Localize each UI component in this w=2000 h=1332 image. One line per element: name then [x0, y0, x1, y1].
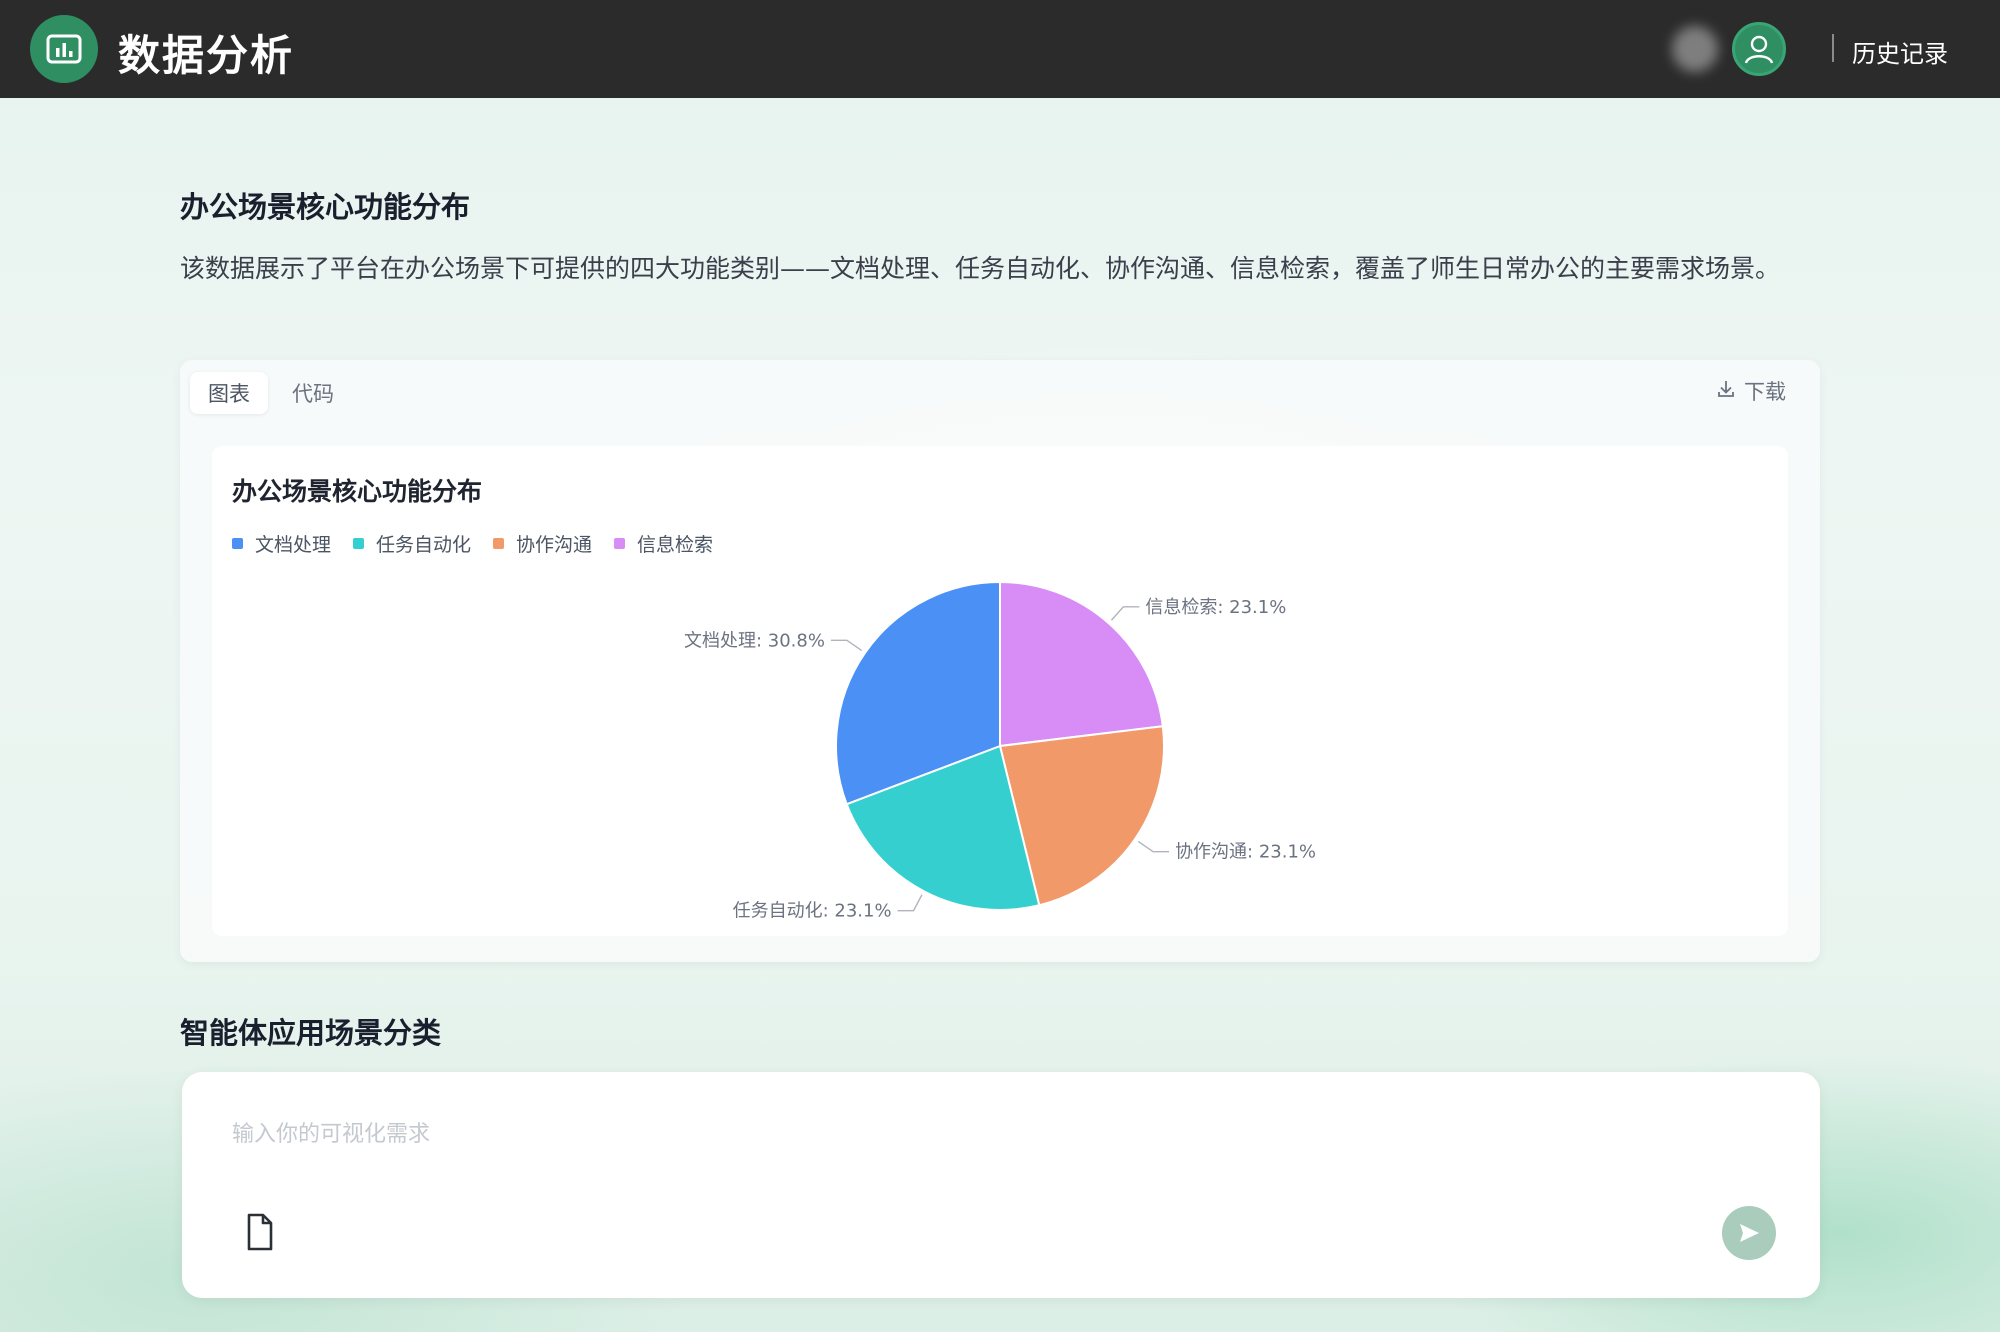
data-label: 信息检索: 23.1% [1145, 597, 1286, 618]
download-button[interactable]: 下载 [1716, 376, 1786, 406]
chart-card: 图表 代码 下载 办公场景核心功能分布 文档处理 任务自动化 协作沟通 信息检索 信息… [180, 360, 1820, 962]
download-icon [1716, 379, 1736, 404]
composer-card [182, 1072, 1820, 1298]
tab-chart[interactable]: 图表 [190, 372, 268, 414]
bar-chart-icon [30, 15, 98, 83]
leader-line [830, 639, 863, 652]
app-title: 数据分析 [118, 31, 295, 80]
prompt-input[interactable] [232, 1106, 1732, 1162]
section-title: 办公场景核心功能分布 [180, 190, 471, 224]
leader-line [1110, 606, 1140, 621]
data-label: 协作沟通: 23.1% [1175, 842, 1316, 863]
leader-line [1137, 840, 1170, 853]
data-label: 任务自动化: 23.1% [733, 901, 892, 922]
send-icon [1740, 1224, 1759, 1242]
blurred-username [1672, 26, 1718, 72]
tab-code[interactable]: 代码 [274, 372, 352, 414]
header-divider [1832, 34, 1834, 62]
send-button[interactable] [1722, 1206, 1776, 1260]
user-icon[interactable] [1732, 22, 1786, 76]
top-navbar: 数据分析 历史记录 [0, 0, 2000, 98]
data-label: 文档处理: 30.8% [684, 630, 825, 651]
chart-panel: 办公场景核心功能分布 文档处理 任务自动化 协作沟通 信息检索 信息检索: 23.1%… [212, 446, 1788, 936]
section-title-agents: 智能体应用场景分类 [180, 1016, 442, 1050]
leader-line [897, 894, 923, 912]
pie-chart: 信息检索: 23.1% 协作沟通: 23.1% 任务自动化: 23.1% 文档处理: … [684, 580, 1316, 922]
view-tabs: 图表 代码 [190, 368, 352, 418]
history-link[interactable]: 历史记录 [1852, 34, 1948, 69]
section-description: 该数据展示了平台在办公场景下可提供的四大功能类别——文档处理、任务自动化、协作沟… [180, 254, 1781, 283]
file-icon[interactable] [242, 1212, 278, 1252]
download-label: 下载 [1744, 380, 1786, 404]
